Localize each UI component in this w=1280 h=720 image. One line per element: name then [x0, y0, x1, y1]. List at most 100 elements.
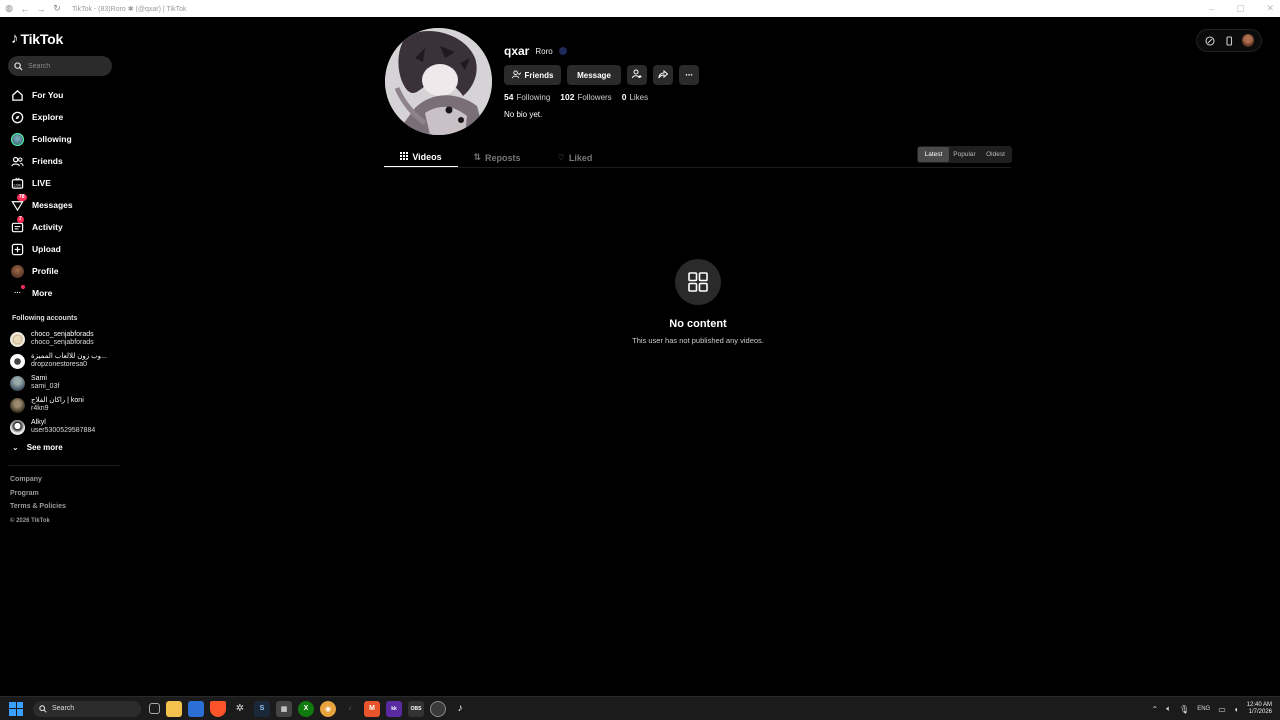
likes-stat: 0 Likes: [622, 92, 648, 102]
suggested-accounts-button[interactable]: [627, 65, 647, 85]
ellipsis-icon: ···: [685, 70, 693, 80]
steam-icon[interactable]: S: [254, 700, 270, 717]
friends-button[interactable]: Friends: [504, 65, 561, 85]
app-icon[interactable]: M: [364, 700, 380, 717]
following-account[interactable]: Alkyl user5300529587884: [10, 416, 120, 438]
empty-state-title: No content: [669, 318, 727, 330]
compass-icon: [10, 110, 24, 124]
followers-stat[interactable]: 102 Followers: [560, 92, 611, 102]
back-icon[interactable]: ←: [18, 2, 32, 16]
volume-icon[interactable]: 🔈︎: [1166, 704, 1171, 714]
browser-title-bar: ◍ ← → ↻ TikTok - (83)Roro ✱ (@qxar) | Ti…: [0, 0, 1280, 17]
footer-link-company[interactable]: Company: [10, 476, 66, 490]
app-icon[interactable]: ▦: [276, 700, 292, 717]
copyright: © 2026 TikTok: [10, 517, 50, 524]
coins-icon[interactable]: [1204, 35, 1216, 47]
top-right-toolbar: [1196, 29, 1262, 52]
following-account[interactable]: Sami sami_03f: [10, 372, 120, 394]
store-icon[interactable]: [188, 700, 204, 717]
tab-label: Liked: [568, 152, 593, 163]
task-view-icon[interactable]: [149, 703, 160, 714]
nav-item-explore[interactable]: Explore: [10, 106, 120, 128]
network-icon[interactable]: ▭: [1218, 705, 1226, 714]
clock[interactable]: 12:40 AM 1/7/2026: [1247, 702, 1272, 716]
tiktok-logo[interactable]: ♪ TikTok: [11, 30, 63, 47]
device-icon[interactable]: [1223, 35, 1235, 47]
tiktok-app-icon[interactable]: ♪: [452, 701, 468, 717]
tab-videos[interactable]: Videos: [384, 147, 458, 168]
taskbar-search[interactable]: Search: [33, 700, 141, 717]
footer-link-terms[interactable]: Terms & Policies: [10, 503, 66, 517]
following-label: Following: [516, 93, 551, 102]
chevron-up-icon[interactable]: ⌃: [1152, 705, 1159, 714]
profile-avatar[interactable]: [385, 28, 492, 135]
nav-label: Friends: [32, 156, 63, 166]
account-handle: user5300529587884: [31, 427, 96, 434]
nav-item-for-you[interactable]: For You: [10, 84, 120, 106]
sound-icon[interactable]: ◖: [1234, 705, 1239, 714]
app-icon[interactable]: [430, 700, 446, 717]
language-indicator[interactable]: ENG: [1197, 706, 1210, 712]
file-explorer-icon[interactable]: [166, 700, 182, 717]
brave-icon[interactable]: [210, 700, 226, 717]
account-avatar: [10, 375, 25, 391]
following-account[interactable]: choco_senjabforads choco_senjabforads: [10, 328, 120, 350]
browser-menu-icon[interactable]: ◍: [2, 2, 16, 16]
windows-start-icon[interactable]: [9, 701, 23, 716]
app-icon[interactable]: ◉: [320, 700, 336, 717]
no-content-grid-icon: [675, 259, 721, 305]
more-options-button[interactable]: ···: [679, 65, 699, 85]
microphone-icon[interactable]: 🎙︎: [1179, 705, 1189, 714]
heart-icon: ♡: [557, 153, 565, 162]
friends-check-icon: [511, 69, 521, 81]
account-handle: dropzonestoresa0: [31, 361, 88, 368]
search-box[interactable]: [8, 56, 112, 76]
app-icon[interactable]: kk: [386, 700, 402, 717]
nav-item-activity[interactable]: 7 Activity: [10, 216, 120, 238]
profile-stats: 54 Following 102 Followers 0 Likes: [504, 92, 648, 102]
following-account[interactable]: وب زون للالعاب المميزة... dropzonestoresa…: [10, 350, 120, 372]
nav-item-following[interactable]: Following: [10, 128, 120, 150]
nav-label: For You: [32, 90, 64, 100]
minimize-button[interactable]: –: [1209, 4, 1214, 14]
see-more-button[interactable]: ⌄ See more: [12, 443, 63, 452]
logo-text: TikTok: [20, 30, 64, 47]
nav-item-upload[interactable]: Upload: [10, 238, 120, 260]
home-icon: [10, 88, 24, 102]
nav-item-messages[interactable]: 78 Messages: [10, 194, 120, 216]
account-name: وب زون للالعاب المميزة...: [31, 352, 107, 360]
following-account[interactable]: راكان الفلاج | koni r4kn9: [10, 394, 120, 416]
profile-avatar-icon: [10, 264, 24, 278]
nav-item-live[interactable]: LIVE LIVE: [10, 172, 120, 194]
nav-label: Upload: [32, 244, 61, 254]
nav-item-profile[interactable]: Profile: [10, 260, 120, 282]
account-name: Alkyl: [31, 418, 46, 426]
footer-link-program[interactable]: Program: [10, 490, 66, 504]
likes-count: 0: [621, 92, 627, 102]
user-avatar[interactable]: [1241, 34, 1254, 47]
app-icon[interactable]: ✲: [232, 701, 248, 717]
reload-icon[interactable]: ↻: [50, 2, 64, 16]
forward-icon[interactable]: →: [34, 2, 48, 16]
nav-item-more[interactable]: ··· More: [10, 282, 120, 304]
share-button[interactable]: [653, 65, 673, 85]
profile-name-row: qxar Roro: [504, 44, 567, 58]
sort-oldest[interactable]: Oldest: [980, 147, 1011, 162]
activity-icon: 7: [10, 216, 24, 234]
maximize-button[interactable]: ▢: [1236, 3, 1245, 14]
following-stat[interactable]: 54 Following: [504, 92, 550, 102]
tab-liked[interactable]: ♡ Liked: [536, 147, 614, 168]
account-handle: sami_03f: [31, 383, 60, 390]
tab-reposts[interactable]: ⇅ Reposts: [458, 147, 536, 168]
sort-latest[interactable]: Latest: [918, 147, 949, 162]
music-icon[interactable]: ♪: [342, 701, 358, 717]
search-input[interactable]: [28, 62, 108, 70]
app-icon[interactable]: OBS: [408, 700, 424, 717]
close-button[interactable]: ✕: [1266, 3, 1274, 14]
message-button[interactable]: Message: [567, 65, 621, 85]
nav-item-friends[interactable]: Friends: [10, 150, 120, 172]
live-icon: LIVE: [10, 176, 24, 190]
nav-label: LIVE: [32, 178, 51, 188]
sort-popular[interactable]: Popular: [949, 147, 980, 162]
xbox-icon[interactable]: X: [298, 700, 314, 717]
